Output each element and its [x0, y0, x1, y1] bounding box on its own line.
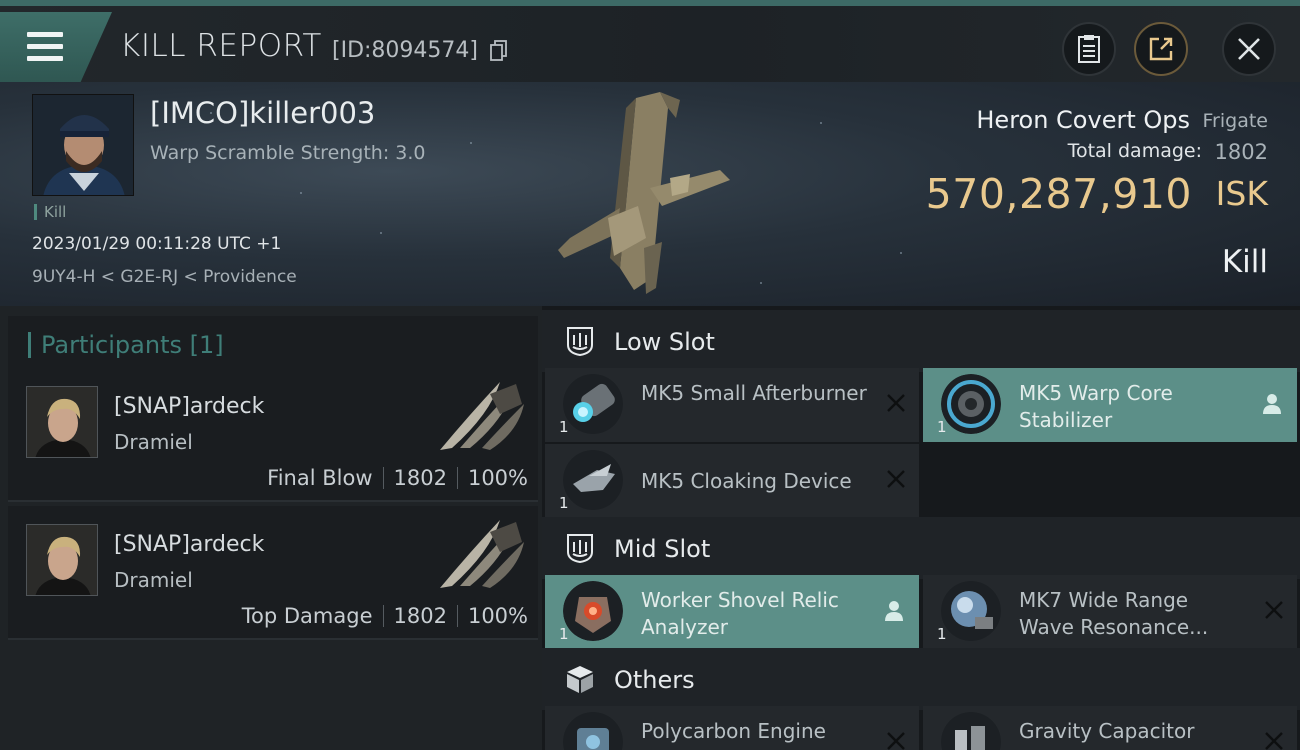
mid-slot-icon — [567, 534, 593, 564]
kill-tag: Kill — [34, 204, 66, 220]
module-quantity: 1 — [559, 494, 569, 512]
module-item[interactable]: 1 MK7 Wide Range Wave Resonance... — [923, 575, 1297, 649]
cube-icon — [567, 666, 593, 693]
participant-stats: Final Blow 1802 100% — [267, 466, 528, 490]
module-item[interactable]: 1 Gravity Capacitor — [923, 706, 1297, 750]
report-id: [ID:8094574] — [332, 38, 478, 63]
dropped-user-icon — [1263, 394, 1281, 414]
dramiel-ship-icon — [440, 382, 524, 450]
destroyed-icon — [1265, 732, 1283, 750]
kill-status: Kill — [1221, 244, 1268, 280]
others-header: Others — [542, 648, 1300, 710]
close-button[interactable] — [1222, 22, 1276, 76]
participant-avatar[interactable] — [26, 524, 98, 596]
others-title: Others — [614, 666, 695, 694]
polycarbon-engine-icon — [563, 712, 623, 750]
participants-title: Participants [1] — [28, 332, 224, 358]
module-name: MK5 Small Afterburner — [641, 381, 867, 405]
fitting-panel: Low Slot 1 MK5 Small Afterburner 1 MK5 W… — [542, 306, 1300, 750]
victim-summary: [IMCO]killer003 Warp Scramble Strength: … — [0, 82, 1300, 306]
mid-slot-header: Mid Slot — [542, 517, 1300, 579]
module-quantity: 1 — [559, 418, 569, 436]
top-bar: KILL REPORT [ID:8094574] — [0, 0, 1300, 82]
close-icon — [1238, 38, 1260, 60]
relic-analyzer-icon — [563, 581, 623, 641]
participant-ship: Dramiel — [114, 568, 193, 592]
page-title: KILL REPORT — [120, 28, 322, 64]
low-slot-header: Low Slot — [542, 310, 1300, 372]
total-damage-label: Total damage: — [1067, 140, 1202, 162]
warp-core-stabilizer-icon — [941, 374, 1001, 434]
module-item[interactable]: 1 MK5 Cloaking Device — [545, 444, 919, 518]
participants-header: Participants [1] — [8, 316, 538, 372]
menu-button[interactable] — [0, 12, 112, 82]
participants-panel: Participants [1] [SNAP]ardeck Dramiel Fi… — [0, 306, 542, 750]
warp-scramble-strength: Warp Scramble Strength: 3.0 — [150, 142, 426, 164]
module-quantity: 1 — [937, 418, 947, 436]
wave-resonance-icon — [941, 581, 1001, 641]
share-button[interactable] — [1134, 22, 1188, 76]
kill-location[interactable]: 9UY4-H < G2E-RJ < Providence — [32, 267, 297, 287]
gravity-capacitor-icon — [941, 712, 1001, 750]
total-damage-value: 1802 — [1214, 140, 1268, 164]
ship-name[interactable]: Heron Covert Ops — [976, 106, 1190, 134]
isk-value: 570,287,910 — [925, 170, 1192, 218]
participant-damage: 1802 — [393, 466, 447, 490]
participant-ship: Dramiel — [114, 430, 193, 454]
destroyed-icon — [887, 394, 905, 412]
victim-avatar[interactable] — [32, 94, 134, 196]
module-name: MK7 Wide Range Wave Resonance... — [1019, 588, 1209, 639]
module-item[interactable]: 1 Worker Shovel Relic Analyzer — [545, 575, 919, 649]
module-item[interactable]: 1 MK5 Small Afterburner — [545, 368, 919, 442]
participant-avatar[interactable] — [26, 386, 98, 458]
participant-name[interactable]: [SNAP]ardeck — [114, 394, 264, 419]
participant-stats: Top Damage 1802 100% — [242, 604, 528, 628]
module-name: Worker Shovel Relic Analyzer — [641, 588, 839, 639]
clipboard-icon — [1078, 35, 1100, 63]
mid-slot-title: Mid Slot — [614, 535, 711, 563]
module-item[interactable]: 1 MK5 Warp Core Stabilizer — [923, 368, 1297, 442]
low-slot-title: Low Slot — [614, 328, 715, 356]
participant-role: Final Blow — [267, 466, 373, 490]
module-item[interactable]: 1 Polycarbon Engine — [545, 706, 919, 750]
clipboard-button[interactable] — [1062, 22, 1116, 76]
low-slot-icon — [567, 327, 593, 357]
isk-unit: ISK — [1215, 174, 1268, 213]
participant-name[interactable]: [SNAP]ardeck — [114, 532, 264, 557]
ship-class: Frigate — [1202, 110, 1268, 132]
destroyed-icon — [1265, 601, 1283, 619]
copy-icon[interactable] — [490, 40, 508, 62]
participant-percent: 100% — [467, 604, 528, 628]
module-quantity: 1 — [937, 625, 947, 643]
module-name: Gravity Capacitor — [1019, 719, 1195, 743]
participant-role: Top Damage — [241, 604, 373, 628]
cloaking-device-icon — [563, 450, 623, 510]
dropped-user-icon — [885, 601, 903, 621]
share-icon — [1149, 37, 1173, 61]
victim-name[interactable]: [IMCO]killer003 — [150, 96, 375, 130]
ship-render-image — [558, 92, 730, 294]
hamburger-menu-icon — [27, 32, 63, 62]
module-name: Polycarbon Engine — [641, 719, 826, 743]
participant-damage: 1802 — [393, 604, 447, 628]
participant-row[interactable]: [SNAP]ardeck Dramiel Final Blow 1802 100… — [8, 368, 538, 502]
destroyed-icon — [887, 470, 905, 488]
afterburner-icon — [563, 374, 623, 434]
destroyed-icon — [887, 732, 905, 750]
participant-row[interactable]: [SNAP]ardeck Dramiel Top Damage 1802 100… — [8, 506, 538, 640]
module-quantity: 1 — [559, 625, 569, 643]
kill-datetime: 2023/01/29 00:11:28 UTC +1 — [32, 234, 282, 254]
dramiel-ship-icon — [440, 520, 524, 588]
module-name: MK5 Warp Core Stabilizer — [1019, 381, 1173, 432]
module-name: MK5 Cloaking Device — [641, 469, 852, 493]
participant-percent: 100% — [467, 466, 528, 490]
